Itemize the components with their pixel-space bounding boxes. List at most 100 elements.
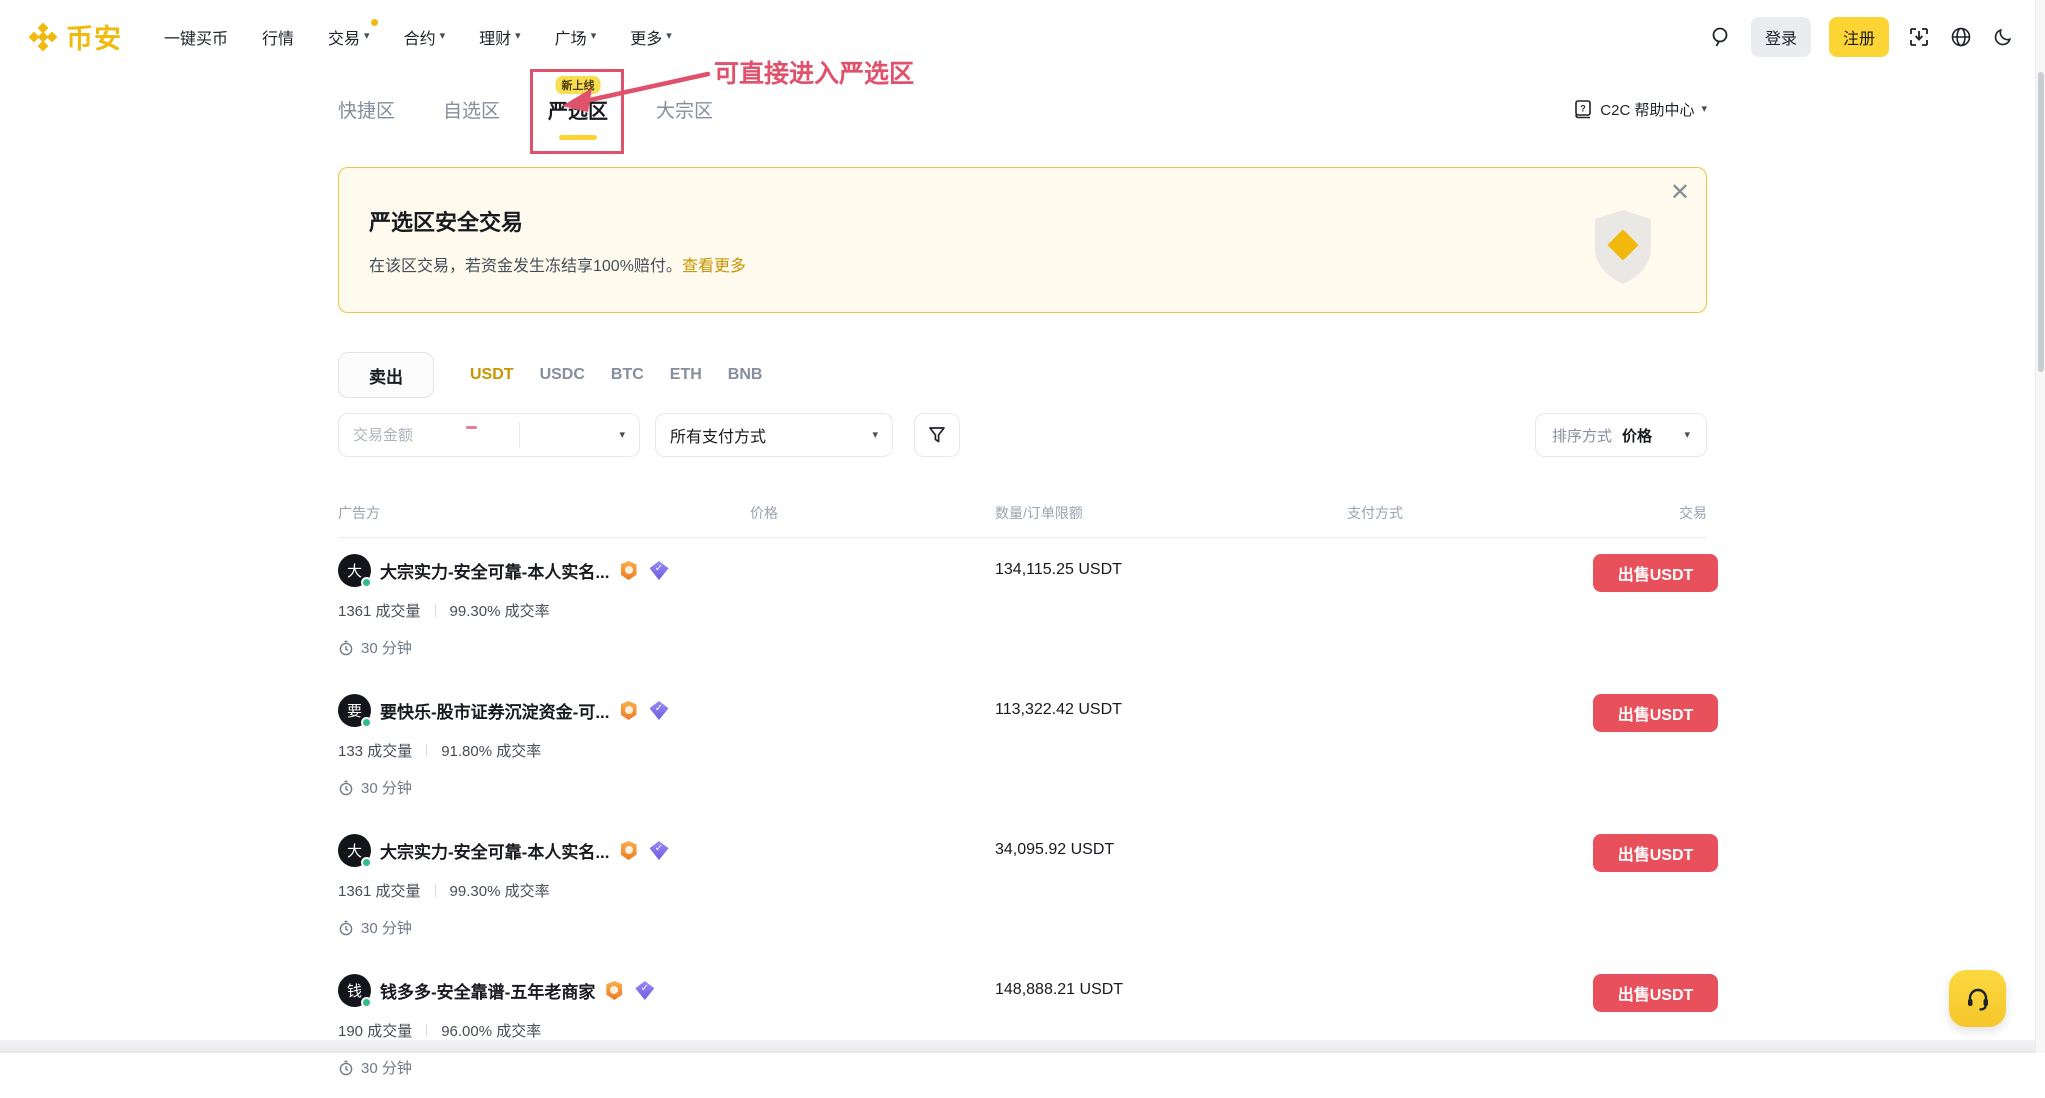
completion-rate: 99.30% 成交率 xyxy=(450,600,550,621)
clock-icon xyxy=(338,780,354,796)
sell-toggle-button[interactable]: 卖出 xyxy=(338,352,434,398)
advertiser-name[interactable]: 大宗实力-安全可靠-本人实名... xyxy=(380,558,610,583)
divider xyxy=(435,884,436,897)
header-actions: 登录 注册 xyxy=(1709,17,2015,57)
c2c-help-center[interactable]: ? C2C 帮助中心 ▾ xyxy=(1573,99,1707,120)
scrollbar-thumb[interactable] xyxy=(2038,72,2044,372)
sell-usdt-button[interactable]: 出售USDT xyxy=(1593,834,1718,872)
asset-tabs: USDT USDC BTC ETH BNB xyxy=(470,366,762,384)
chevron-down-icon: ▾ xyxy=(591,31,597,42)
table-header: 广告方 价格 数量/订单限额 支付方式 交易 xyxy=(338,503,1707,538)
sort-dropdown[interactable]: 排序方式 价格 ▾ xyxy=(1535,413,1707,457)
binance-diamond-icon xyxy=(28,22,58,52)
tab-express-zone[interactable]: 快捷区 xyxy=(338,96,395,123)
amount-cell: 113,322.42 USDT xyxy=(995,694,1347,818)
see-more-link[interactable]: 查看更多 xyxy=(682,258,746,275)
login-button[interactable]: 登录 xyxy=(1751,17,1811,57)
svg-text:?: ? xyxy=(1581,104,1587,114)
divider xyxy=(435,604,436,617)
annotation-label: 可直接进入严选区 xyxy=(714,54,914,90)
register-button[interactable]: 注册 xyxy=(1829,17,1889,57)
divider xyxy=(426,1024,427,1037)
price-cell xyxy=(750,834,995,958)
advertiser-stats: 133 成交量 91.80% 成交率 xyxy=(338,740,750,761)
nav-futures[interactable]: 合约▾ xyxy=(404,25,446,49)
asset-tab-usdc[interactable]: USDC xyxy=(540,366,585,384)
amount-cell: 134,115.25 USDT xyxy=(995,554,1347,678)
sell-usdt-button[interactable]: 出售USDT xyxy=(1593,694,1718,732)
order-count: 190 成交量 xyxy=(338,1020,412,1041)
payment-method-dropdown[interactable]: 所有支付方式 ▾ xyxy=(655,413,893,457)
close-icon[interactable]: ✕ xyxy=(1670,180,1690,204)
sell-usdt-button[interactable]: 出售USDT xyxy=(1593,974,1718,1012)
available-amount: 34,095.92 USDT xyxy=(995,841,1114,858)
language-globe-icon[interactable] xyxy=(1949,25,1973,49)
online-status-dot xyxy=(361,857,372,868)
gold-merchant-badge-icon xyxy=(606,981,622,1000)
divider xyxy=(519,422,520,448)
payment-time-limit: 30 分钟 xyxy=(338,637,750,658)
tab-favorites-zone[interactable]: 自选区 xyxy=(443,96,500,123)
completion-rate: 91.80% 成交率 xyxy=(441,740,541,761)
nav-trade[interactable]: 交易▾ xyxy=(328,25,370,49)
nav-markets[interactable]: 行情 xyxy=(262,25,294,49)
asset-tab-bnb[interactable]: BNB xyxy=(728,366,763,384)
download-app-icon[interactable] xyxy=(1907,25,1931,49)
col-price: 价格 xyxy=(750,503,995,523)
nav-square[interactable]: 广场▾ xyxy=(555,25,597,49)
tab-curated-zone[interactable]: 新上线 严选区 xyxy=(548,95,608,124)
shield-badge-icon xyxy=(1592,208,1654,286)
chevron-down-icon: ▾ xyxy=(515,31,521,42)
asset-tab-eth[interactable]: ETH xyxy=(670,366,702,384)
sell-usdt-button[interactable]: 出售USDT xyxy=(1593,554,1718,592)
payment-cell xyxy=(1347,694,1593,818)
nav-more[interactable]: 更多▾ xyxy=(630,25,672,49)
available-amount: 113,322.42 USDT xyxy=(995,701,1122,718)
funnel-icon xyxy=(927,425,947,445)
banner-title: 严选区安全交易 xyxy=(369,205,1706,237)
avatar[interactable]: 大 xyxy=(338,834,371,867)
verified-badge-icon xyxy=(650,561,669,580)
page-scrollbar[interactable] xyxy=(2035,0,2045,1053)
advertiser-cell: 大 大宗实力-安全可靠-本人实名... 1361 成交量 99.30% 成交率 … xyxy=(338,834,750,958)
avatar-initial: 要 xyxy=(347,700,362,721)
advertiser-name[interactable]: 大宗实力-安全可靠-本人实名... xyxy=(380,838,610,863)
gold-merchant-badge-icon xyxy=(621,841,637,860)
nav-buy-crypto[interactable]: 一键买币 xyxy=(164,25,228,49)
gold-merchant-badge-icon xyxy=(621,561,637,580)
avatar[interactable]: 要 xyxy=(338,694,371,727)
online-status-dot xyxy=(361,717,372,728)
binance-logo[interactable]: 币安 xyxy=(28,17,122,56)
dark-mode-moon-icon[interactable] xyxy=(1991,25,2015,49)
col-trade: 交易 xyxy=(1593,503,1707,523)
online-status-dot xyxy=(361,577,372,588)
chevron-down-icon: ▾ xyxy=(364,31,370,42)
advertiser-name[interactable]: 钱多多-安全靠谱-五年老商家 xyxy=(380,978,595,1003)
avatar[interactable]: 钱 xyxy=(338,974,371,1007)
advertiser-name[interactable]: 要快乐-股市证券沉淀资金-可... xyxy=(380,698,610,723)
chevron-down-icon: ▾ xyxy=(666,31,672,42)
col-payment: 支付方式 xyxy=(1347,503,1593,523)
order-count: 133 成交量 xyxy=(338,740,412,761)
trade-cell: 出售USDT xyxy=(1593,694,1718,818)
nav-earn[interactable]: 理财▾ xyxy=(479,25,521,49)
amount-input[interactable] xyxy=(339,427,519,444)
tab-block-zone[interactable]: 大宗区 xyxy=(656,96,713,123)
avatar[interactable]: 大 xyxy=(338,554,371,587)
chevron-down-icon[interactable]: ▾ xyxy=(619,430,639,441)
verified-badge-icon xyxy=(650,841,669,860)
offer-list: 大 大宗实力-安全可靠-本人实名... 1361 成交量 99.30% 成交率 … xyxy=(338,538,1707,1098)
search-icon[interactable] xyxy=(1709,25,1733,49)
payment-cell xyxy=(1347,554,1593,678)
chevron-down-icon: ▾ xyxy=(1684,430,1690,441)
asset-tab-usdt[interactable]: USDT xyxy=(470,366,514,384)
verified-badge-icon xyxy=(650,701,669,720)
offer-row: 钱 钱多多-安全靠谱-五年老商家 190 成交量 96.00% 成交率 30 分… xyxy=(338,958,1707,1098)
advanced-filter-button[interactable] xyxy=(914,413,960,457)
order-count: 1361 成交量 xyxy=(338,600,421,621)
customer-support-chat-button[interactable] xyxy=(1949,970,2006,1027)
online-status-dot xyxy=(361,997,372,1008)
safety-banner: 严选区安全交易 在该区交易，若资金发生冻结享100%赔付。查看更多 ✕ xyxy=(338,167,1707,313)
avatar-initial: 大 xyxy=(347,560,362,581)
asset-tab-btc[interactable]: BTC xyxy=(611,366,644,384)
